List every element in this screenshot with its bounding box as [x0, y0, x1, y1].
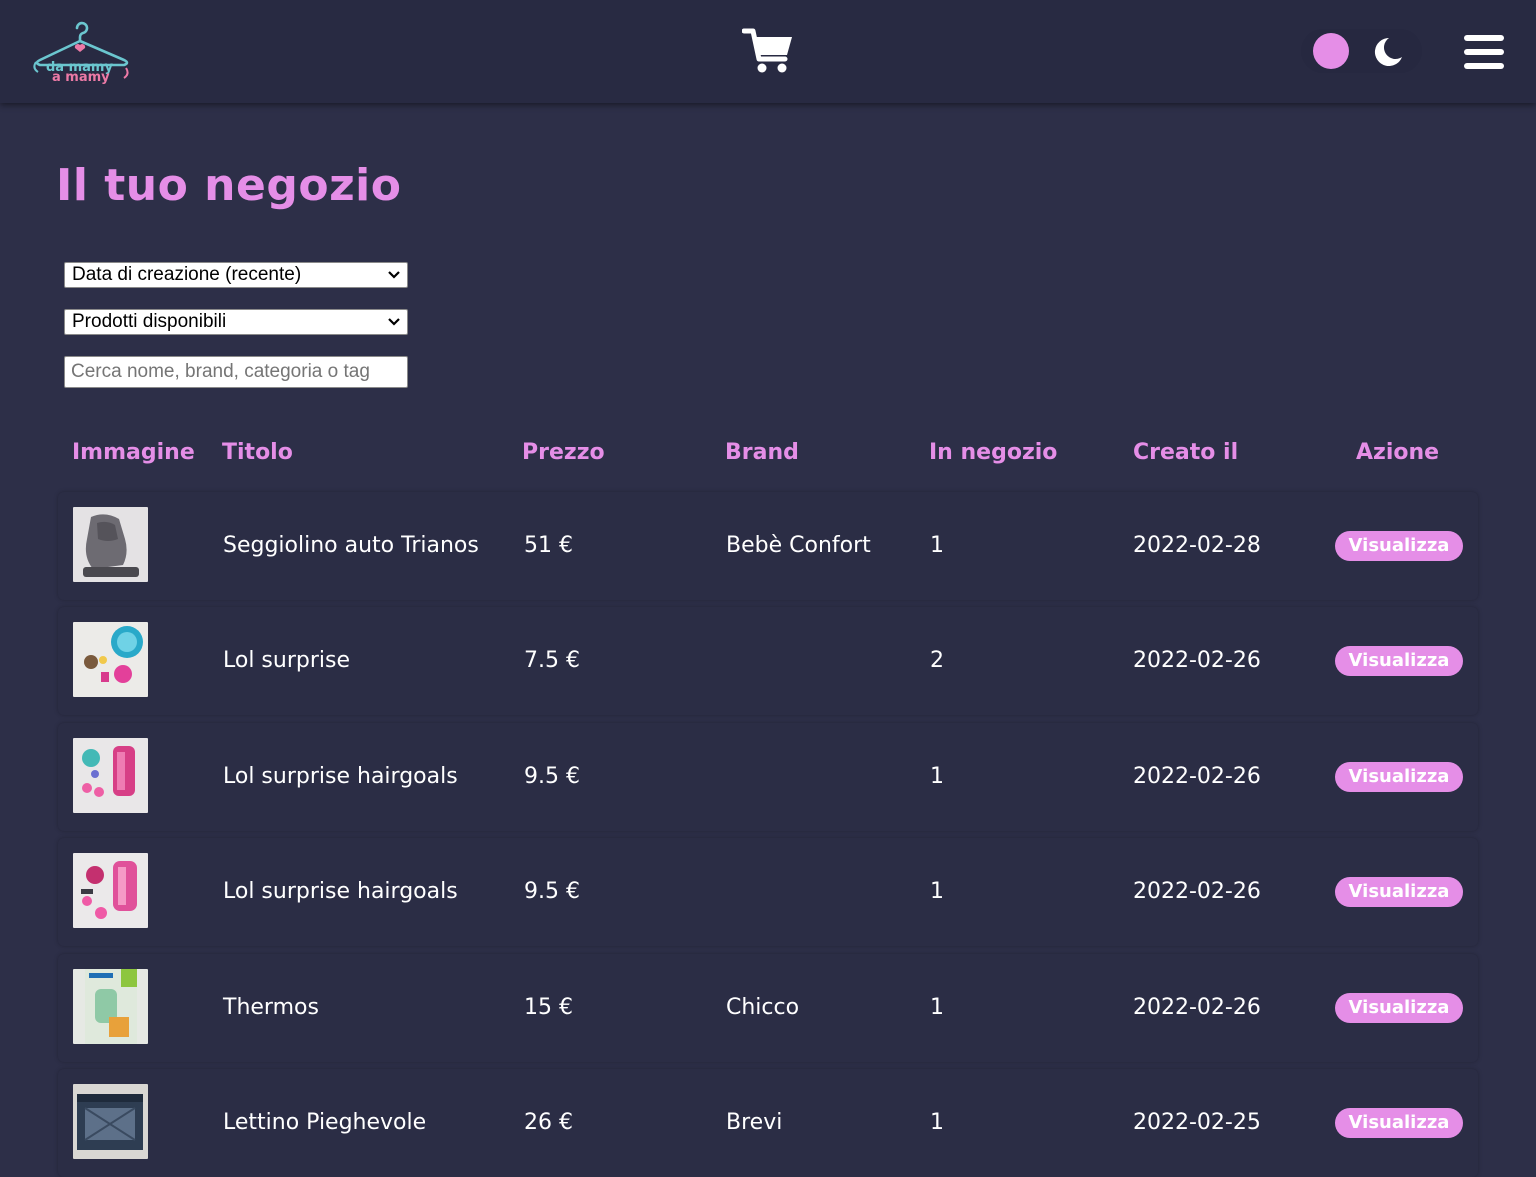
- product-title: Lol surprise: [223, 648, 351, 673]
- table-row: Lol surprise 7.5 € 2 2022-02-26 Visualiz…: [58, 607, 1478, 715]
- view-button[interactable]: Visualizza: [1335, 531, 1463, 561]
- product-title: Thermos: [223, 995, 319, 1020]
- view-button[interactable]: Visualizza: [1335, 877, 1463, 907]
- chevron-down-icon: [388, 271, 400, 279]
- theme-toggle[interactable]: [1301, 29, 1422, 73]
- product-in-shop: 1: [930, 533, 944, 558]
- product-in-shop: 1: [930, 1110, 944, 1135]
- product-created: 2022-02-25: [1133, 1110, 1261, 1135]
- header-in-shop: In negozio: [929, 440, 1058, 465]
- top-navbar: da mamy a mamy: [0, 0, 1536, 103]
- product-title: Lol surprise hairgoals: [223, 764, 458, 789]
- sort-select[interactable]: Data di creazione (recente): [64, 262, 408, 288]
- table-row: Seggiolino auto Trianos 51 € Bebè Confor…: [58, 492, 1478, 600]
- header-price: Prezzo: [522, 440, 605, 465]
- product-price: 15 €: [524, 995, 573, 1020]
- cart-icon: [741, 28, 792, 73]
- product-image[interactable]: [73, 1084, 148, 1159]
- product-created: 2022-02-28: [1133, 533, 1261, 558]
- product-created: 2022-02-26: [1133, 648, 1261, 673]
- table-row: Lettino Pieghevole 26 € Brevi 1 2022-02-…: [58, 1069, 1478, 1177]
- product-title: Lettino Pieghevole: [223, 1110, 427, 1135]
- product-price: 51 €: [524, 533, 573, 558]
- product-in-shop: 1: [930, 995, 944, 1020]
- cart-button[interactable]: [741, 26, 796, 76]
- header-brand: Brand: [725, 440, 799, 465]
- product-title: Seggiolino auto Trianos: [223, 533, 479, 558]
- table-row: Lol surprise hairgoals 9.5 € 1 2022-02-2…: [58, 838, 1478, 946]
- product-image[interactable]: [73, 738, 148, 813]
- header-action: Azione: [1356, 440, 1440, 465]
- product-created: 2022-02-26: [1133, 995, 1261, 1020]
- availability-select-value: Prodotti disponibili: [72, 311, 227, 332]
- table-row: Thermos 15 € Chicco 1 2022-02-26 Visuali…: [58, 954, 1478, 1062]
- view-button[interactable]: Visualizza: [1335, 646, 1463, 676]
- product-in-shop: 1: [930, 879, 944, 904]
- product-created: 2022-02-26: [1133, 879, 1261, 904]
- product-price: 9.5 €: [524, 764, 580, 789]
- product-image[interactable]: [73, 507, 148, 582]
- product-image[interactable]: [73, 853, 148, 928]
- availability-select[interactable]: Prodotti disponibili: [64, 309, 408, 335]
- logo[interactable]: da mamy a mamy: [28, 14, 134, 88]
- header-created: Creato il: [1133, 440, 1239, 465]
- sort-select-value: Data di creazione (recente): [72, 264, 302, 285]
- table-row: Lol surprise hairgoals 9.5 € 1 2022-02-2…: [58, 723, 1478, 831]
- header-title: Titolo: [222, 440, 293, 465]
- hamburger-icon: [1464, 63, 1504, 69]
- chevron-down-icon: [388, 318, 400, 326]
- product-brand: Brevi: [726, 1110, 783, 1135]
- moon-icon: [1374, 37, 1402, 66]
- hanger-logo-icon: da mamy a mamy: [33, 21, 129, 85]
- product-price: 7.5 €: [524, 648, 580, 673]
- product-in-shop: 1: [930, 764, 944, 789]
- product-brand: Chicco: [726, 995, 800, 1020]
- hamburger-icon: [1464, 49, 1504, 55]
- hamburger-menu-button[interactable]: [1464, 35, 1506, 69]
- page-title: Il tuo negozio: [56, 160, 402, 211]
- product-brand: Bebè Confort: [726, 533, 871, 558]
- product-created: 2022-02-26: [1133, 764, 1261, 789]
- header-image: Immagine: [72, 440, 195, 465]
- product-price: 9.5 €: [524, 879, 580, 904]
- search-input[interactable]: [64, 356, 408, 388]
- hamburger-icon: [1464, 35, 1504, 41]
- view-button[interactable]: Visualizza: [1335, 1108, 1463, 1138]
- product-in-shop: 2: [930, 648, 944, 673]
- toggle-knob: [1313, 33, 1349, 69]
- product-image[interactable]: [73, 622, 148, 697]
- view-button[interactable]: Visualizza: [1335, 993, 1463, 1023]
- view-button[interactable]: Visualizza: [1335, 762, 1463, 792]
- product-title: Lol surprise hairgoals: [223, 879, 458, 904]
- svg-text:a mamy: a mamy: [52, 70, 110, 85]
- product-image[interactable]: [73, 969, 148, 1044]
- product-price: 26 €: [524, 1110, 573, 1135]
